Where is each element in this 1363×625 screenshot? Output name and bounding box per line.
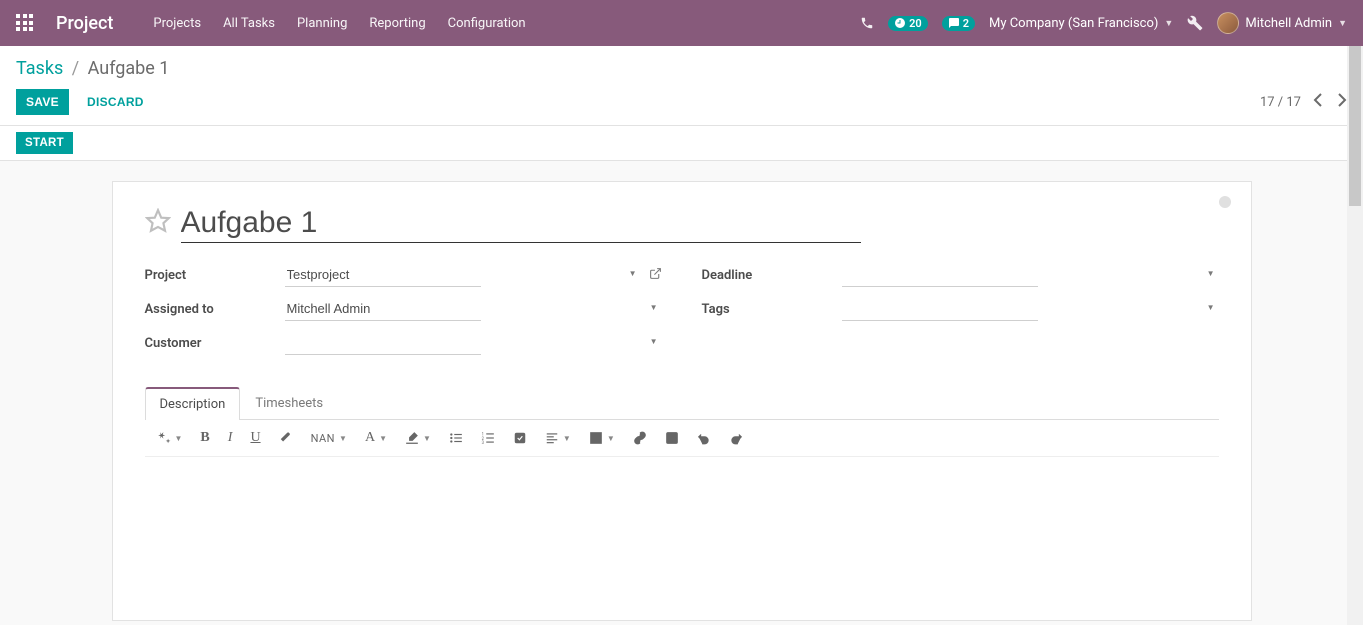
messages-badge[interactable]: 2	[942, 16, 975, 31]
save-button[interactable]: SAVE	[16, 89, 69, 115]
undo-icon[interactable]	[697, 431, 711, 445]
highlight-icon[interactable]: ▼	[405, 431, 431, 445]
external-link-icon[interactable]	[649, 267, 662, 283]
remove-format-icon[interactable]	[279, 431, 293, 445]
label-project: Project	[145, 268, 285, 283]
label-deadline: Deadline	[702, 268, 842, 283]
scrollbar[interactable]	[1347, 46, 1363, 625]
checklist-icon[interactable]	[513, 431, 527, 445]
underline-icon[interactable]: U	[250, 430, 260, 446]
breadcrumb-current: Aufgabe 1	[88, 58, 170, 79]
kanban-state-dot[interactable]	[1219, 196, 1231, 208]
avatar	[1217, 12, 1239, 34]
nav-projects[interactable]: Projects	[153, 16, 201, 31]
label-customer: Customer	[145, 336, 285, 351]
ordered-list-icon[interactable]: 123	[481, 431, 495, 445]
task-title-input[interactable]	[181, 206, 861, 243]
scrollbar-thumb[interactable]	[1349, 46, 1361, 206]
unordered-list-icon[interactable]	[449, 431, 463, 445]
assigned-to-field[interactable]	[285, 297, 481, 321]
pager-prev-icon[interactable]	[1313, 93, 1323, 111]
bold-icon[interactable]: B	[200, 430, 209, 446]
pager-text[interactable]: 17 / 17	[1260, 95, 1301, 110]
chevron-down-icon: ▼	[1338, 18, 1347, 29]
chevron-down-icon: ▼	[1164, 18, 1173, 29]
tab-timesheets[interactable]: Timesheets	[240, 387, 338, 420]
user-menu[interactable]: Mitchell Admin ▼	[1217, 12, 1347, 34]
status-bar: START	[0, 126, 1363, 161]
nav-planning[interactable]: Planning	[297, 16, 347, 31]
phone-icon[interactable]	[860, 16, 874, 30]
form-tabs: Description Timesheets	[145, 387, 1219, 420]
main-navbar: Project Projects All Tasks Planning Repo…	[0, 0, 1363, 46]
tags-field[interactable]	[842, 297, 1038, 321]
breadcrumb: Tasks / Aufgabe 1	[16, 58, 169, 79]
svg-text:3: 3	[482, 440, 485, 445]
label-tags: Tags	[702, 302, 842, 317]
italic-icon[interactable]: I	[228, 430, 233, 446]
image-icon[interactable]	[665, 431, 679, 445]
company-switcher[interactable]: My Company (San Francisco) ▼	[989, 16, 1173, 31]
font-color-icon[interactable]: A ▼	[365, 430, 387, 446]
content-area: Project Assigned to	[0, 161, 1363, 625]
start-button[interactable]: START	[16, 132, 73, 154]
customer-field[interactable]	[285, 331, 481, 355]
apps-launcher-icon[interactable]	[16, 14, 34, 32]
tab-description[interactable]: Description	[145, 387, 241, 420]
editor-toolbar: ▼ B I U NAN ▼ A ▼	[145, 420, 1219, 457]
debug-icon[interactable]	[1187, 15, 1203, 31]
label-assigned-to: Assigned to	[145, 302, 285, 317]
discard-button[interactable]: DISCARD	[77, 89, 154, 115]
app-brand[interactable]: Project	[56, 13, 113, 34]
breadcrumb-separator: /	[72, 58, 79, 79]
table-icon[interactable]: ▼	[589, 431, 615, 445]
timer-badge[interactable]: 20	[888, 16, 928, 31]
breadcrumb-root[interactable]: Tasks	[16, 58, 63, 79]
control-panel: Tasks / Aufgabe 1 SAVE DISCARD 17 / 17	[0, 46, 1363, 126]
priority-star-icon[interactable]	[145, 208, 171, 241]
magic-wand-icon[interactable]: ▼	[157, 431, 183, 445]
nav-all-tasks[interactable]: All Tasks	[223, 16, 275, 31]
pager-next-icon[interactable]	[1337, 93, 1347, 111]
redo-icon[interactable]	[729, 431, 743, 445]
nav-reporting[interactable]: Reporting	[369, 16, 425, 31]
timer-badge-count: 20	[909, 17, 922, 30]
company-name: My Company (San Francisco)	[989, 16, 1158, 31]
align-icon[interactable]: ▼	[545, 431, 571, 445]
deadline-field[interactable]	[842, 263, 1038, 287]
project-field[interactable]	[285, 263, 481, 287]
form-sheet: Project Assigned to	[112, 181, 1252, 621]
font-size-select[interactable]: NAN ▼	[311, 432, 347, 445]
messages-badge-count: 2	[963, 17, 969, 30]
nav-configuration[interactable]: Configuration	[448, 16, 526, 31]
user-name: Mitchell Admin	[1245, 16, 1332, 31]
nav-menu: Projects All Tasks Planning Reporting Co…	[153, 16, 525, 31]
link-icon[interactable]	[633, 431, 647, 445]
